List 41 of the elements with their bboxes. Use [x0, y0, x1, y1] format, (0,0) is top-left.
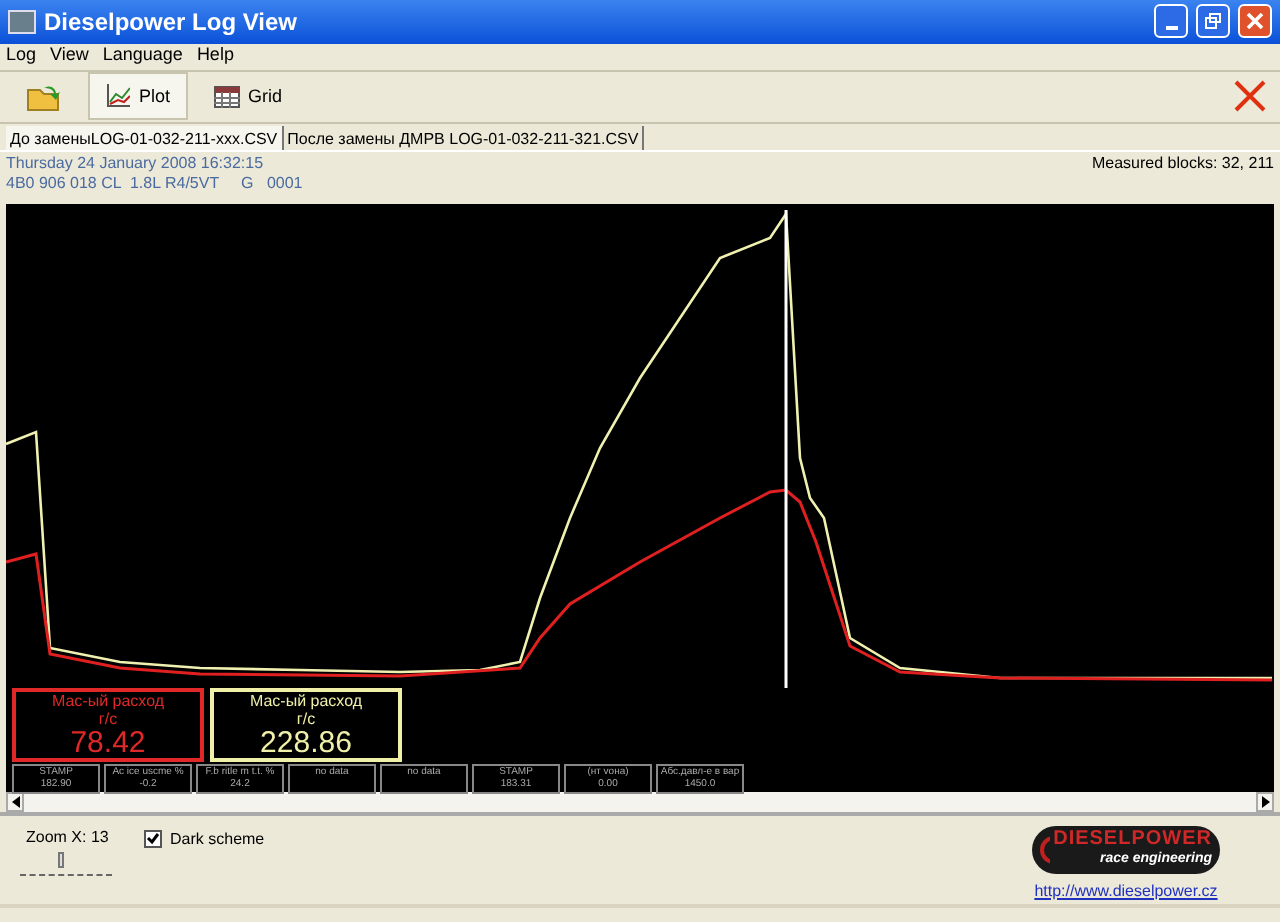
- window-title: Dieselpower Log View: [44, 5, 297, 40]
- value-reading: 78.42: [70, 727, 146, 758]
- slider-thumb[interactable]: [58, 852, 65, 869]
- website-link[interactable]: http://www.dieselpower.cz: [1034, 880, 1218, 905]
- turbo-icon: [1040, 836, 1050, 865]
- restore-icon: [1204, 12, 1222, 31]
- close-icon: [1246, 12, 1264, 31]
- left-arrow-icon: [11, 796, 19, 809]
- grid-button[interactable]: Grid: [196, 72, 301, 121]
- scroll-left-button[interactable]: [6, 792, 24, 813]
- date-text: Thursday 24 January 2008 16:32:15: [6, 154, 266, 175]
- file-tab[interactable]: До заменыLOG-01-032-211-xxx.CSV: [6, 126, 284, 151]
- close-button[interactable]: [1238, 4, 1272, 39]
- vehicle-text: 4B0 906 018 CL 1.8L R4/5VT G 0001: [6, 174, 303, 195]
- menu-item[interactable]: Language: [102, 42, 183, 70]
- value-reading: 228.86: [260, 727, 352, 758]
- table-icon: [214, 85, 240, 108]
- horizontal-scrollbar[interactable]: [6, 792, 1274, 813]
- dark-scheme-label: Dark scheme: [170, 830, 265, 849]
- zoom-slider[interactable]: [20, 852, 112, 877]
- value-unit: г/с: [296, 709, 316, 728]
- zoom-label: Zoom X: 13: [24, 826, 111, 851]
- minimize-button[interactable]: [1154, 4, 1188, 39]
- close-icon: [1234, 80, 1266, 113]
- menu-item[interactable]: Log: [6, 42, 37, 70]
- restore-button[interactable]: [1196, 4, 1230, 39]
- dark-scheme-checkbox[interactable]: [144, 830, 162, 849]
- menu-item[interactable]: View: [50, 42, 89, 70]
- value-label: Мас-ый расход: [249, 691, 363, 710]
- app-icon: [8, 9, 36, 34]
- menu-item[interactable]: Help: [196, 42, 234, 70]
- measured-blocks: Measured blocks: 32, 211: [1091, 154, 1274, 204]
- right-arrow-icon: [1261, 796, 1269, 809]
- scroll-right-button[interactable]: [1256, 792, 1274, 813]
- minimize-icon: [1165, 25, 1177, 30]
- folder-icon: [26, 81, 62, 112]
- value-unit: г/с: [98, 709, 118, 728]
- logo-name: DIESELPOWER: [1053, 830, 1212, 851]
- value-label: Мас-ый расход: [51, 691, 165, 710]
- chart-icon: [106, 84, 131, 109]
- plot-button[interactable]: Plot: [88, 72, 188, 121]
